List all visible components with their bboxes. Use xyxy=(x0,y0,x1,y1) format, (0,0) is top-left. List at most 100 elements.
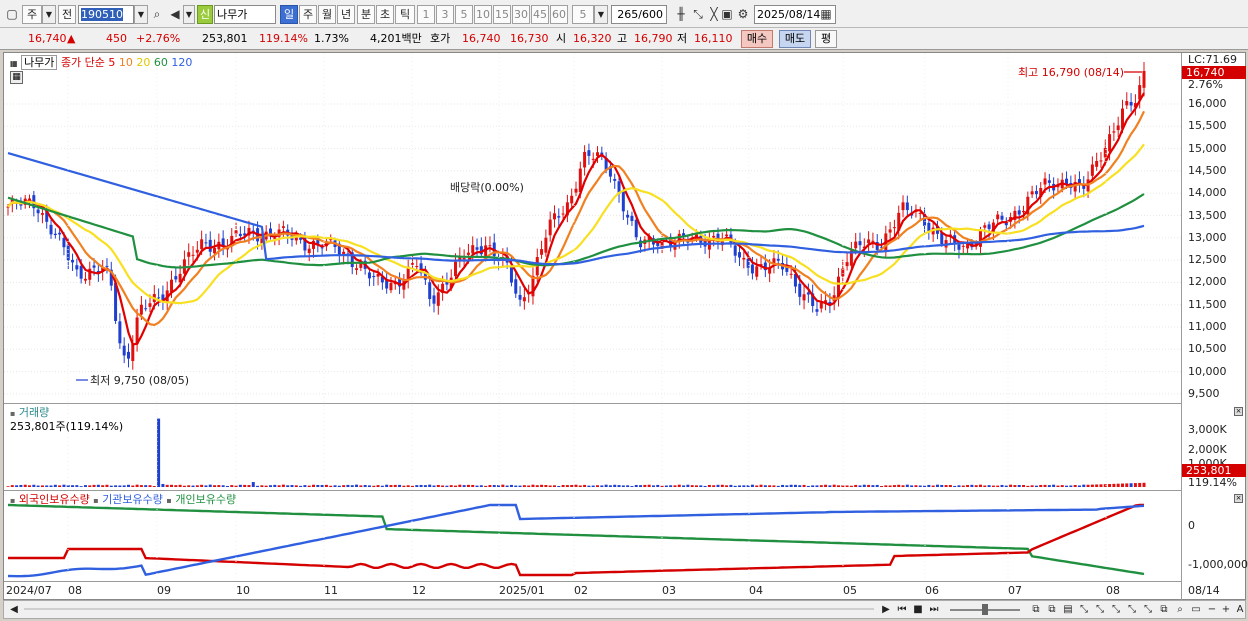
stop-icon[interactable]: ■ xyxy=(910,602,926,617)
copy-icon[interactable]: ⧉ xyxy=(1028,602,1044,617)
minimize-icon[interactable]: ▭ xyxy=(1188,602,1204,617)
candle-body xyxy=(1034,191,1038,195)
interval-3[interactable]: 3 xyxy=(436,5,454,24)
foreign-holding-label[interactable]: 외국인보유수량 xyxy=(19,493,90,506)
period-minute[interactable]: 분 xyxy=(357,5,375,24)
stock-name-label[interactable]: 나무가 xyxy=(21,55,58,70)
rewind-icon[interactable]: ⏮ xyxy=(894,602,910,617)
code-dropdown-icon[interactable]: ▼ xyxy=(134,5,148,24)
volume-bar xyxy=(1073,484,1077,487)
tool-icon[interactable]: ⤡ xyxy=(1092,602,1108,617)
volume-bar xyxy=(776,485,780,487)
candle-body xyxy=(961,245,965,247)
weekly-dropdown-icon[interactable]: ▼ xyxy=(42,5,56,24)
tool-icon[interactable]: ⤡ xyxy=(1076,602,1092,617)
candle-body xyxy=(208,239,212,252)
prev-button[interactable]: 전 xyxy=(58,5,76,24)
close-icon[interactable]: × xyxy=(1234,407,1243,416)
scroll-left-icon[interactable]: ◀ xyxy=(6,602,22,617)
interval-dropdown-icon[interactable]: ▼ xyxy=(594,5,608,24)
layout-icon[interactable]: ▤ xyxy=(1060,602,1076,617)
volume-bar xyxy=(682,485,686,487)
tool-icon[interactable]: ⤡ xyxy=(1124,602,1140,617)
interval-60[interactable]: 60 xyxy=(550,5,568,24)
candle-body xyxy=(905,202,909,211)
interval-15[interactable]: 15 xyxy=(493,5,511,24)
ma60-label[interactable]: 60 xyxy=(154,56,168,69)
volume: 253,801 xyxy=(202,32,248,45)
sell-button[interactable]: 매도 xyxy=(779,30,811,48)
volume-bar xyxy=(92,484,96,487)
save-icon[interactable]: ▣ xyxy=(719,6,735,23)
scroll-right-icon[interactable]: ▶ xyxy=(878,602,894,617)
volume-bar xyxy=(755,485,759,487)
pane-divider[interactable] xyxy=(4,490,1181,491)
zoom-slider-thumb[interactable] xyxy=(982,604,988,615)
volume-bar xyxy=(574,484,578,487)
volume-bar xyxy=(729,484,733,487)
current-price: 16,740 xyxy=(28,32,67,45)
volume-bar xyxy=(372,485,376,487)
fast-forward-icon[interactable]: ⏭ xyxy=(926,602,942,617)
chart-canvas[interactable] xyxy=(4,53,1181,599)
period-day[interactable]: 일 xyxy=(280,5,298,24)
interval-1[interactable]: 1 xyxy=(417,5,435,24)
period-week[interactable]: 주 xyxy=(299,5,317,24)
ma5-label[interactable]: 5 xyxy=(108,56,115,69)
volume-bar xyxy=(380,485,384,487)
institution-holding-label[interactable]: 기관보유수량 xyxy=(102,493,163,506)
last-pct-tag: 2.76% xyxy=(1188,78,1223,91)
buy-button[interactable]: 매수 xyxy=(741,30,773,48)
volume-bar xyxy=(320,484,324,487)
interval-45[interactable]: 45 xyxy=(531,5,549,24)
stock-code-input[interactable]: 190510 xyxy=(78,5,134,24)
candle-body xyxy=(733,245,737,256)
candle-body xyxy=(630,215,634,222)
volume-bar xyxy=(716,484,720,487)
volume-bar xyxy=(686,484,690,487)
crosshair-icon[interactable]: ⤡ xyxy=(690,6,706,23)
speaker-dropdown-icon[interactable]: ▼ xyxy=(183,5,195,24)
weekly-toggle[interactable]: 주 xyxy=(22,5,42,24)
volume-bar xyxy=(1090,484,1094,487)
period-year[interactable]: 년 xyxy=(337,5,355,24)
search-icon[interactable]: ⌕ xyxy=(149,6,165,23)
individual-holding-label[interactable]: 개인보유수량 xyxy=(175,493,236,506)
pane-divider[interactable] xyxy=(4,403,1181,404)
table-icon[interactable]: ▦ xyxy=(10,71,23,84)
average-button[interactable]: 평 xyxy=(815,30,837,48)
chart-scrollbar[interactable]: ◀ ▶ ⏮ ■ ⏭ ⧉ ⧉ ▤ ⤡ ⤡ ⤡ ⤡ ⤡ ⧉ ⌕ ▭ − + A xyxy=(3,600,1246,619)
calendar-icon[interactable]: ▦ xyxy=(818,6,834,23)
data-count-input[interactable]: 265/600 xyxy=(611,5,667,24)
scroll-track[interactable] xyxy=(24,608,874,610)
period-month[interactable]: 월 xyxy=(318,5,336,24)
speaker-icon[interactable]: ◀ xyxy=(167,6,183,23)
chart-area[interactable]: ▦ 나무가 종가 단순 5 10 20 60 120 ▦ 최고 16,790 (… xyxy=(3,52,1248,601)
volume-bar xyxy=(608,485,612,487)
interval-30[interactable]: 30 xyxy=(512,5,530,24)
price-tick: 9,500 xyxy=(1188,386,1220,400)
ma120-label[interactable]: 120 xyxy=(171,56,192,69)
interval-5[interactable]: 5 xyxy=(455,5,473,24)
stock-name-input[interactable]: 나무가 xyxy=(214,5,276,24)
interval-10[interactable]: 10 xyxy=(474,5,492,24)
layout-icon[interactable]: ▢ xyxy=(4,6,20,23)
gear-icon[interactable]: ⚙ xyxy=(735,6,751,23)
high-price: 16,790 xyxy=(634,32,673,45)
volume-bar xyxy=(307,485,311,487)
volume-bar xyxy=(1022,485,1026,487)
zoom-icon[interactable]: ⌕ xyxy=(1172,602,1188,617)
paste-icon[interactable]: ⧉ xyxy=(1044,602,1060,617)
restore-icon[interactable]: ⧉ xyxy=(1156,602,1172,617)
ma10-label[interactable]: 10 xyxy=(119,56,133,69)
volume-bar xyxy=(501,484,505,487)
candle-icon[interactable]: ╫ xyxy=(673,6,689,23)
close-icon[interactable]: × xyxy=(1234,494,1243,503)
font-size-icon[interactable]: A xyxy=(1232,602,1248,617)
tool-icon[interactable]: ⤡ xyxy=(1140,602,1156,617)
period-second[interactable]: 초 xyxy=(376,5,394,24)
ma20-label[interactable]: 20 xyxy=(136,56,150,69)
interval-custom[interactable]: 5 xyxy=(572,5,594,24)
period-tick[interactable]: 틱 xyxy=(395,5,415,24)
tool-icon[interactable]: ⤡ xyxy=(1108,602,1124,617)
